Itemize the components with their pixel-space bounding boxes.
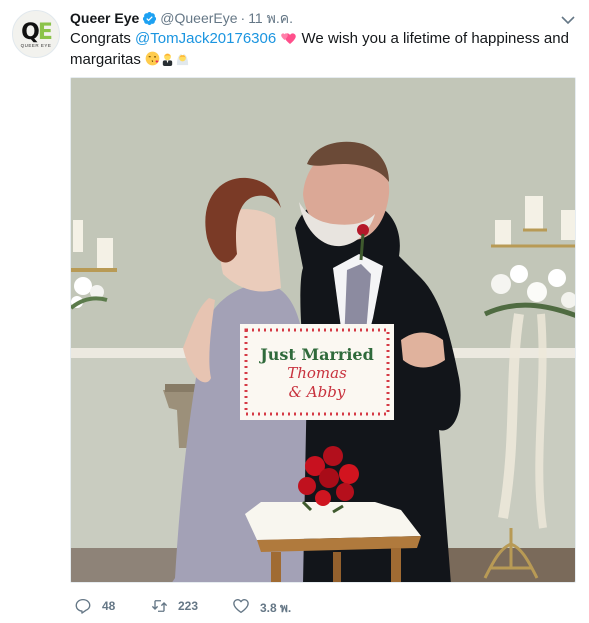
two-hearts-icon — [281, 33, 297, 44]
separator-dot: · — [240, 10, 246, 26]
tweet-header: Queer Eye @QueerEye · 11 พ.ค. — [70, 9, 293, 27]
reply-count: 48 — [102, 599, 116, 613]
retweet-count: 223 — [178, 599, 199, 613]
table — [245, 502, 421, 582]
like-count: 3.8 พ. — [260, 601, 292, 615]
sign-line-1: Just Married — [258, 345, 374, 364]
avatar-caption: QUEER EYE — [20, 43, 52, 48]
reply-icon — [75, 598, 91, 614]
sign-line-3: & Abby — [289, 383, 346, 401]
text-prefix: Congrats — [70, 30, 136, 47]
timestamp[interactable]: 11 พ.ค. — [248, 10, 293, 26]
chevron-down-icon[interactable] — [561, 12, 575, 25]
mention-link[interactable]: @TomJack20176306 — [135, 30, 276, 47]
tweet-card: QE QUEER EYE Queer Eye @QueerEye · 11 พ.ค. … — [0, 0, 589, 623]
handle[interactable]: @QueerEye — [160, 10, 237, 26]
heart-icon — [233, 599, 249, 614]
face-blowing-kiss-icon — [145, 51, 160, 66]
tweet-photo[interactable]: Just Married Thomas & Abby — [70, 77, 576, 583]
bride-with-veil-icon — [176, 52, 189, 66]
display-name[interactable]: Queer Eye — [70, 10, 139, 26]
man-in-tuxedo-icon — [162, 53, 173, 66]
queer-eye-logo: QE — [21, 20, 53, 45]
avatar[interactable]: QE QUEER EYE — [12, 10, 60, 58]
tweet-text: Congrats @TomJack20176306 We wish you a … — [70, 28, 570, 70]
sign-line-2: Thomas — [287, 364, 347, 382]
retweet-icon — [151, 600, 168, 612]
sign: Just Married Thomas & Abby — [240, 324, 394, 420]
